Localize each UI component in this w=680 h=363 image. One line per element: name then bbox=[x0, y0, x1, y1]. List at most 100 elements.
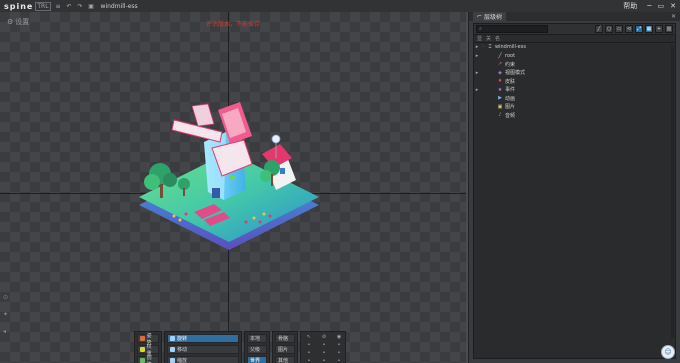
filter-constraints-icon[interactable]: ⊲ bbox=[625, 25, 633, 33]
redo-icon[interactable]: ↷ bbox=[77, 3, 84, 10]
tool-group-axes: 本地 父级 世界 bbox=[244, 331, 270, 363]
tree-row[interactable]: ▸ ◦ ⌶ windmill-ess bbox=[474, 43, 675, 52]
tree-row[interactable]: ▸ ★ 事件 bbox=[474, 86, 675, 95]
tree-row-label: root bbox=[505, 52, 516, 59]
panel-title: 层级树 bbox=[484, 14, 503, 21]
tree-row[interactable]: ▣ 图片 bbox=[474, 103, 675, 112]
mode-toggle[interactable]: ⚙ 设置 bbox=[7, 17, 29, 27]
others-button[interactable]: 其他 bbox=[275, 356, 295, 363]
anim-icon: ▶ bbox=[498, 95, 502, 102]
trial-warning: 评估版本，不能保存 bbox=[206, 21, 261, 28]
expand-arrow-icon[interactable]: ▸ bbox=[474, 70, 480, 76]
tree-row[interactable]: ♦ 皮肤 bbox=[474, 77, 675, 86]
tree-toolbar: ⌕ ╱ ○ ▭ ⊲ ⤢ ▦ + ▥ bbox=[474, 24, 675, 35]
logo-text: spine bbox=[4, 1, 34, 11]
parent-label: 父级 bbox=[250, 347, 261, 353]
bones-label: 骨骼 bbox=[278, 336, 289, 342]
minimize-icon[interactable]: ─ bbox=[647, 2, 651, 10]
title-bar: spine TRL ≡ ↶ ↷ ▣ windmill-ess 帮助 ─ ▭ ✕ bbox=[0, 0, 680, 12]
filter-events-icon[interactable]: ▦ bbox=[645, 25, 653, 33]
scale-tool-button[interactable]: 缩放 bbox=[167, 356, 239, 363]
translate-tool-button[interactable]: 移动 bbox=[167, 345, 239, 354]
opt-dot[interactable]: • bbox=[318, 358, 330, 363]
fit-icon[interactable]: ◂ bbox=[3, 328, 8, 335]
editor-viewport[interactable]: ⚙ 设置 评估版本，不能保存 ⊙ ✦ ◂ 姿势 权重 创 旋转 移动 缩放 本地… bbox=[0, 12, 466, 363]
opt-dot[interactable]: • bbox=[318, 350, 330, 356]
create-icon bbox=[140, 358, 145, 363]
hierarchy-tree-container: ⌕ ╱ ○ ▭ ⊲ ⤢ ▦ + ▥ 显 关 名 ▸ ◦ ⌶ windmill-ess ▸… bbox=[473, 23, 676, 359]
close-icon[interactable]: ✕ bbox=[670, 2, 676, 10]
tree-row[interactable]: ↗ 约束 bbox=[474, 60, 675, 69]
opt-dot[interactable]: • bbox=[333, 358, 345, 363]
images-label: 图片 bbox=[278, 347, 289, 353]
pan-icon[interactable]: ✦ bbox=[3, 311, 8, 318]
expand-arrow-icon[interactable]: ▸ bbox=[474, 87, 480, 93]
rotate-tool-button[interactable]: 旋转 bbox=[167, 334, 239, 343]
tool-group-pose: 姿势 权重 创建 bbox=[134, 331, 162, 363]
images-button[interactable]: 图片 bbox=[275, 345, 295, 354]
vertical-scrollbar[interactable] bbox=[671, 46, 674, 338]
local-label: 本地 bbox=[250, 336, 261, 342]
col-visibility-icon[interactable]: 显 bbox=[477, 35, 482, 42]
filter-all-icon[interactable]: ⤢ bbox=[635, 25, 643, 33]
bottom-toolbar: 姿势 权重 创建 旋转 移动 缩放 剪切 本地 父级 世界 骨骼 图片 其他 bbox=[134, 331, 346, 363]
tree-row[interactable]: ▸ ◈ 视图模式 bbox=[474, 69, 675, 78]
undo-icon[interactable]: ↶ bbox=[66, 3, 73, 10]
tree-header: 显 关 名 bbox=[474, 35, 675, 43]
tree-row[interactable]: ▸ ╱ root bbox=[474, 52, 675, 61]
menu-icon[interactable]: ≡ bbox=[55, 3, 62, 10]
setup-mode-icon: ⚙ bbox=[7, 18, 14, 26]
world-axes-button[interactable]: 世界 bbox=[247, 356, 267, 363]
tree-row[interactable]: ▶ 动画 bbox=[474, 94, 675, 103]
view-icon: ◈ bbox=[498, 69, 502, 76]
mode-label: 设置 bbox=[15, 18, 30, 26]
opt-dot[interactable]: • bbox=[303, 342, 315, 348]
tree-search-input[interactable]: ⌕ bbox=[476, 25, 548, 33]
help-button[interactable]: 帮助 bbox=[623, 1, 637, 11]
filter-slots-icon[interactable]: ○ bbox=[605, 25, 613, 33]
create-label: 创建 bbox=[146, 354, 152, 363]
panel-close-icon[interactable]: ✕ bbox=[671, 13, 676, 20]
bones-button[interactable]: 骨骼 bbox=[275, 334, 295, 343]
audio-icon: ♪ bbox=[498, 112, 502, 119]
opt-header-link-icon: ⊘ bbox=[321, 334, 327, 340]
tree-row-label: 视图模式 bbox=[505, 70, 526, 77]
hierarchy-panel: ⌐ 层级树 ✕ ⌕ ╱ ○ ▭ ⊲ ⤢ ▦ + ▥ 显 关 名 ▸ ◦ ⌶ wi… bbox=[468, 12, 680, 363]
tree-row-label: 音频 bbox=[505, 112, 516, 119]
visibility-dot-icon[interactable]: ◦ bbox=[480, 44, 487, 50]
parent-axes-button[interactable]: 父级 bbox=[247, 345, 267, 354]
windmill-scene-image[interactable] bbox=[134, 92, 324, 252]
opt-dot[interactable]: • bbox=[303, 350, 315, 356]
opt-dot[interactable]: • bbox=[333, 350, 345, 356]
assistant-avatar-icon[interactable]: ☺ bbox=[661, 345, 675, 359]
world-label: 世界 bbox=[250, 358, 261, 363]
rotate-icon bbox=[170, 336, 175, 341]
new-item-icon[interactable]: + bbox=[655, 25, 663, 33]
expand-arrow-icon[interactable]: ▸ bbox=[474, 53, 480, 59]
opt-dot[interactable]: • bbox=[318, 342, 330, 348]
tree-row-label: 皮肤 bbox=[505, 78, 516, 85]
skin-icon: ♦ bbox=[497, 78, 503, 85]
col-key-icon[interactable]: 关 bbox=[486, 35, 491, 42]
opt-dot[interactable]: • bbox=[333, 342, 345, 348]
col-name[interactable]: 名 bbox=[495, 35, 500, 42]
tree-row-label: 动画 bbox=[505, 95, 516, 102]
trial-badge: TRL bbox=[35, 1, 51, 11]
opt-dot[interactable]: • bbox=[303, 358, 315, 363]
filter-bones-icon[interactable]: ╱ bbox=[595, 25, 603, 33]
tool-group-transform: 旋转 移动 缩放 剪切 bbox=[164, 331, 242, 363]
create-tool-button[interactable]: 创建 bbox=[137, 354, 159, 363]
weights-icon bbox=[140, 347, 145, 352]
tab-hierarchy[interactable]: ⌐ 层级树 bbox=[473, 12, 507, 21]
maximize-icon[interactable]: ▭ bbox=[658, 2, 665, 10]
tree-row-label: 事件 bbox=[505, 87, 516, 94]
pose-icon bbox=[140, 336, 145, 341]
delete-item-icon[interactable]: ▥ bbox=[665, 25, 673, 33]
filter-attachments-icon[interactable]: ▭ bbox=[615, 25, 623, 33]
local-axes-button[interactable]: 本地 bbox=[247, 334, 267, 343]
zoom-icon[interactable]: ⊙ bbox=[3, 294, 8, 301]
file-name: windmill-ess bbox=[100, 2, 138, 10]
spine-logo[interactable]: spine TRL bbox=[4, 1, 51, 11]
save-icon[interactable]: ▣ bbox=[88, 3, 95, 10]
tree-row[interactable]: ♪ 音频 bbox=[474, 111, 675, 120]
